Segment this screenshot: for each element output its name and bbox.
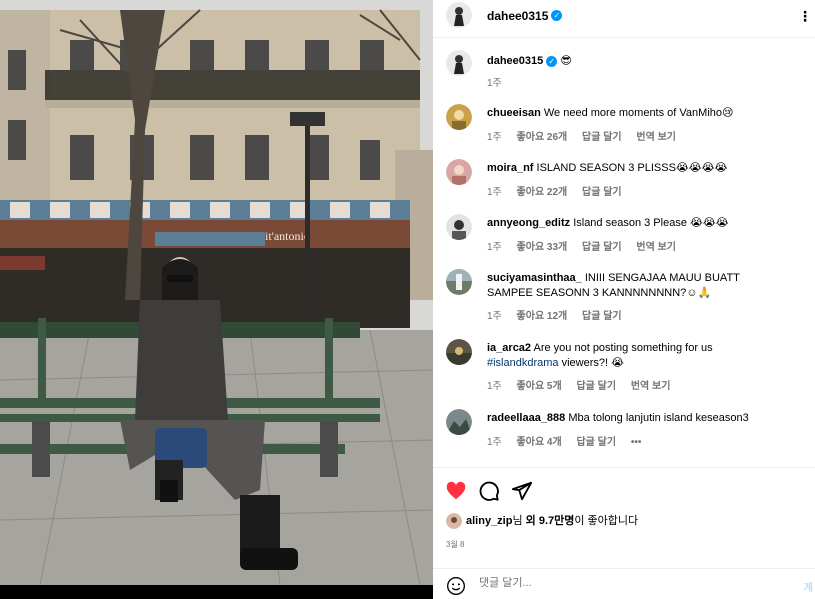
- comment-likes[interactable]: 좋아요 33개: [517, 242, 568, 253]
- comment-text: Mba tolong lanjutin island keseason3: [568, 412, 749, 424]
- comment-time[interactable]: 1주: [487, 187, 502, 198]
- caption-time[interactable]: 1주: [487, 78, 502, 89]
- comment-avatar[interactable]: [446, 104, 472, 130]
- comment-text-continued: viewers?! 😭: [561, 357, 624, 369]
- comment-avatar[interactable]: [446, 409, 472, 435]
- hashtag-link[interactable]: #islandkdrama: [487, 357, 559, 369]
- comment-likes[interactable]: 좋아요 4개: [517, 437, 562, 448]
- comment-input[interactable]: [479, 577, 779, 589]
- liker-avatar: [446, 513, 462, 530]
- add-comment-bar: 게: [433, 568, 815, 599]
- comment-username[interactable]: suciyamasinthaa_: [487, 272, 582, 284]
- action-bar: [433, 476, 815, 506]
- caption-avatar[interactable]: [446, 50, 472, 76]
- reply-button[interactable]: 답글 달기: [582, 242, 622, 253]
- likes-text-a: 님: [512, 515, 526, 527]
- comment-likes[interactable]: 좋아요 5개: [517, 381, 562, 392]
- comment-avatar[interactable]: [446, 159, 472, 185]
- comment-time[interactable]: 1주: [487, 132, 502, 143]
- liker-username[interactable]: aliny_zip: [466, 515, 512, 527]
- share-icon[interactable]: [511, 480, 533, 502]
- translate-button[interactable]: 번역 보기: [636, 132, 676, 143]
- reply-button[interactable]: 답글 달기: [576, 437, 616, 448]
- translate-button[interactable]: 번역 보기: [631, 381, 671, 392]
- divider: [433, 467, 815, 468]
- comment-avatar[interactable]: [446, 214, 472, 240]
- svg-text:it'antonio: it'antonio: [265, 229, 310, 243]
- post-comment-button[interactable]: 게: [804, 579, 813, 594]
- comment-text: ISLAND SEASON 3 PLISSS😭😭😭😭: [536, 162, 728, 174]
- comment-avatar[interactable]: [446, 269, 472, 295]
- caption-username[interactable]: dahee0315: [487, 55, 543, 67]
- caption-text: 😎: [560, 55, 572, 67]
- comment-username[interactable]: moira_nf: [487, 162, 533, 174]
- comment-username[interactable]: radeellaaa_888: [487, 412, 565, 424]
- more-options-icon[interactable]: •••: [631, 437, 642, 448]
- comment-likes[interactable]: 좋아요 26개: [517, 132, 568, 143]
- comment-text: Island season 3 Please 😭😭😭: [573, 217, 729, 229]
- comment-username[interactable]: chueeisan: [487, 107, 541, 119]
- translate-button[interactable]: 번역 보기: [636, 242, 676, 253]
- emoji-icon[interactable]: [446, 576, 466, 596]
- post-header: dahee0315 ✓ ⋮: [433, 0, 815, 38]
- comment-text: Are you not posting something for us: [533, 342, 713, 354]
- likes-text-c: 이 좋아합니다: [574, 515, 639, 527]
- photo-bottom-edge: [0, 585, 433, 599]
- reply-button[interactable]: 답글 달기: [576, 381, 616, 392]
- comment-time[interactable]: 1주: [487, 311, 502, 322]
- heart-icon[interactable]: [445, 480, 467, 502]
- post-date: 3월 8: [446, 540, 465, 549]
- comment-username[interactable]: ia_arca2: [487, 342, 531, 354]
- author-avatar[interactable]: [446, 2, 472, 28]
- reply-button[interactable]: 답글 달기: [582, 311, 622, 322]
- photo-illustration: it'antonio: [0, 0, 433, 599]
- comment-time[interactable]: 1주: [487, 437, 502, 448]
- author-username[interactable]: dahee0315: [487, 9, 548, 23]
- verified-icon: ✓: [546, 55, 558, 67]
- reply-button[interactable]: 답글 달기: [582, 132, 622, 143]
- comment-icon[interactable]: [478, 480, 500, 502]
- verified-icon: ✓: [551, 10, 563, 22]
- comment-username[interactable]: annyeong_editz: [487, 217, 570, 229]
- more-icon[interactable]: ⋮: [798, 8, 812, 25]
- reply-button[interactable]: 답글 달기: [582, 187, 622, 198]
- comments-list[interactable]: dahee0315 ✓ 😎 1주 chueeisan We need more m…: [433, 40, 815, 465]
- comment-likes[interactable]: 좋아요 12개: [517, 311, 568, 322]
- post-side-panel: dahee0315 ✓ ⋮ dahee0315 ✓ 😎 1주 chueeisan W…: [433, 0, 815, 599]
- comment-avatar[interactable]: [446, 339, 472, 365]
- comment-likes[interactable]: 좋아요 22개: [517, 187, 568, 198]
- post-photo[interactable]: it'antonio: [0, 0, 433, 599]
- comment-text: We need more moments of VanMiho😢: [543, 107, 734, 119]
- likes-summary[interactable]: aliny_zip님 외 9.7만명이 좋아합니다: [446, 513, 639, 530]
- comment-time[interactable]: 1주: [487, 242, 502, 253]
- likes-count[interactable]: 외 9.7만명: [526, 515, 575, 527]
- comment-time[interactable]: 1주: [487, 381, 502, 392]
